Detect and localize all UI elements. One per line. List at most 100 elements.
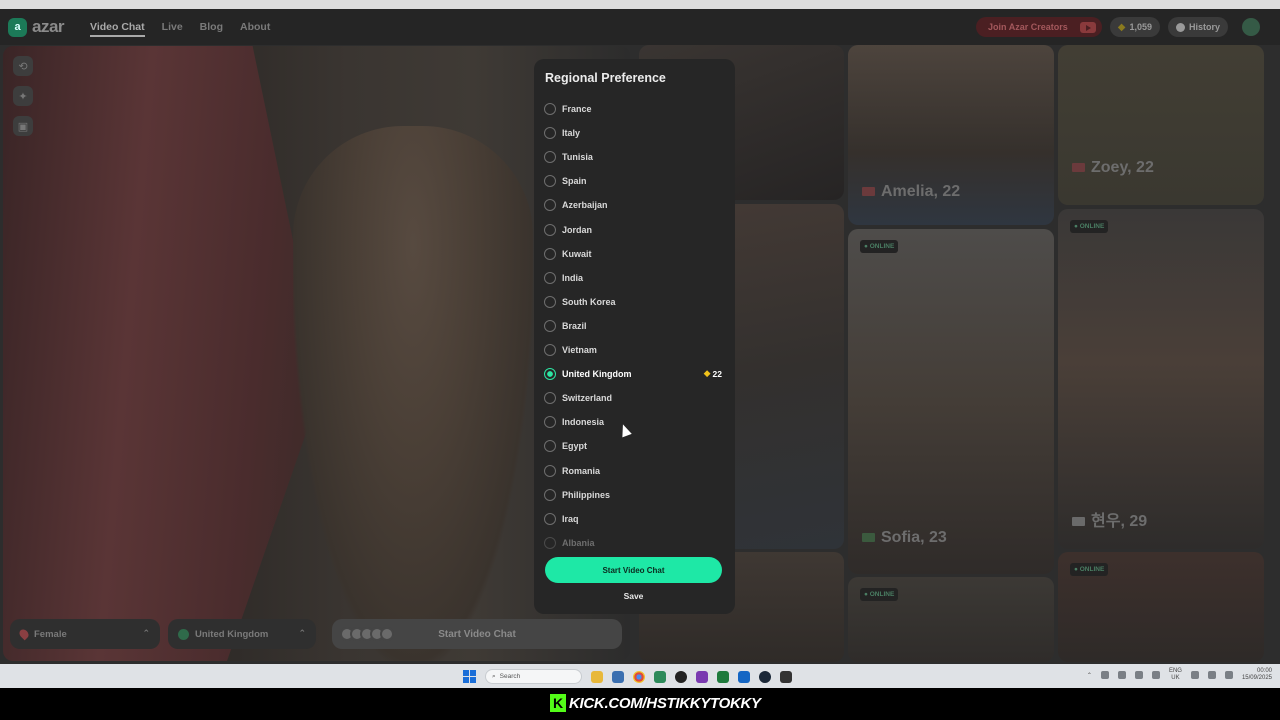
region-option[interactable]: Brazil	[544, 316, 724, 336]
app-icon[interactable]	[780, 670, 792, 683]
profile-tile[interactable]: ● ONLINE	[848, 577, 1054, 662]
radio-icon[interactable]	[544, 392, 556, 405]
chrome-icon[interactable]	[633, 670, 645, 683]
region-option[interactable]: Switzerland	[544, 388, 724, 408]
radio-icon[interactable]	[544, 247, 556, 260]
start-video-chat-bar[interactable]: Start Video Chat	[332, 619, 622, 649]
web-page: a azar Video Chat Live Blog About Join A…	[0, 9, 1280, 664]
radio-icon[interactable]	[544, 344, 556, 356]
radio-icon[interactable]	[544, 416, 556, 429]
browser-chrome	[0, 0, 1280, 9]
region-option[interactable]: Indonesia	[544, 412, 724, 432]
region-option[interactable]: Romania	[544, 461, 724, 481]
profile-avatar-icon[interactable]	[1242, 18, 1260, 36]
region-option[interactable]: Vietnam	[544, 340, 724, 360]
kick-logo-icon: K	[550, 694, 566, 712]
nav-live[interactable]: Live	[162, 21, 183, 37]
windows-start-icon[interactable]	[463, 670, 476, 683]
profile-tile[interactable]: ● ONLINE 현우, 29	[1058, 209, 1264, 549]
radio-icon[interactable]	[544, 319, 556, 332]
profile-tile[interactable]: Amelia, 22	[848, 45, 1054, 225]
lang-bottom: UK	[1171, 675, 1180, 681]
tray-icon[interactable]	[1117, 671, 1126, 679]
wifi-icon[interactable]	[1190, 671, 1199, 679]
main-nav: Video Chat Live Blog About	[90, 21, 270, 37]
filter-icon[interactable]: ▣	[13, 116, 33, 136]
steam-icon[interactable]	[759, 670, 771, 683]
region-label: Jordan	[562, 224, 593, 235]
radio-icon[interactable]	[544, 464, 556, 477]
region-option[interactable]: India	[544, 268, 724, 288]
radio-icon[interactable]	[544, 512, 556, 525]
radio-icon[interactable]	[544, 127, 556, 140]
gem-balance[interactable]: ◆ 1,059	[1109, 17, 1160, 37]
radio-icon[interactable]	[544, 271, 556, 284]
radio-icon[interactable]	[544, 223, 556, 236]
tray-icon[interactable]	[1134, 671, 1143, 679]
effects-icon[interactable]: ✦	[13, 86, 33, 106]
region-option[interactable]: Jordan	[544, 220, 724, 240]
language-indicator[interactable]: ENG UK	[1169, 668, 1182, 682]
radio-icon[interactable]	[544, 175, 556, 188]
file-explorer-icon[interactable]	[591, 670, 603, 683]
history-button[interactable]: History	[1167, 17, 1228, 37]
outlook-icon[interactable]	[738, 670, 750, 683]
region-option[interactable]: Egypt	[544, 436, 724, 456]
tile-name: 현우, 29	[1072, 507, 1147, 531]
profile-tile[interactable]: Zoey, 22	[1058, 45, 1264, 205]
radio-icon[interactable]	[544, 199, 556, 212]
site-header: a azar Video Chat Live Blog About Join A…	[0, 9, 1280, 45]
profile-tile[interactable]: ● ONLINE	[1058, 552, 1264, 662]
region-option[interactable]: South Korea	[544, 292, 724, 312]
radio-selected-icon[interactable]	[544, 368, 556, 381]
tile-name: Amelia, 22	[862, 183, 960, 201]
region-option[interactable]: United Kingdom ◆ 22	[544, 364, 724, 384]
clock[interactable]: 00:00 15/09/2025	[1242, 668, 1272, 682]
nav-about[interactable]: About	[240, 21, 270, 37]
excel-icon[interactable]	[717, 670, 729, 683]
gender-filter-select[interactable]: Female ⌃	[10, 619, 160, 649]
region-label: Tunisia	[562, 152, 593, 163]
radio-icon[interactable]	[544, 295, 556, 308]
tray-icon[interactable]	[1151, 671, 1160, 679]
join-creators-button[interactable]: Join Azar Creators	[976, 17, 1102, 37]
region-option[interactable]: Kuwait	[544, 244, 724, 264]
region-list[interactable]: France Italy Tunisia Spain Azerbaijan Jordan K…	[544, 99, 729, 549]
nav-video-chat[interactable]: Video Chat	[90, 21, 145, 37]
start-video-chat-button[interactable]: Start Video Chat	[545, 557, 722, 583]
region-option[interactable]: Philippines	[544, 485, 724, 505]
region-option[interactable]: Italy	[544, 123, 724, 143]
battery-icon[interactable]	[1224, 671, 1233, 679]
chevron-up-icon[interactable]: ⌃	[1087, 672, 1092, 679]
region-cost: ◆ 22	[704, 368, 722, 379]
radio-icon[interactable]	[544, 536, 556, 549]
volume-icon[interactable]	[1207, 671, 1216, 679]
region-option[interactable]: Tunisia	[544, 147, 724, 167]
radio-icon[interactable]	[544, 151, 556, 164]
region-option[interactable]: Iraq	[544, 509, 724, 529]
radio-icon[interactable]	[544, 103, 556, 115]
region-label: Indonesia	[562, 417, 605, 428]
azar-logo[interactable]: a azar	[8, 17, 65, 37]
region-label: India	[562, 272, 584, 283]
region-filter-select[interactable]: United Kingdom ⌃	[168, 619, 316, 649]
online-badge: ● ONLINE	[1070, 220, 1109, 233]
region-option[interactable]: Albania	[544, 533, 724, 549]
tray-icon[interactable]	[1100, 671, 1109, 679]
camera-switch-icon[interactable]: ⟲	[13, 56, 33, 76]
obs-icon[interactable]	[675, 670, 687, 683]
taskbar-search[interactable]: ⌕ Search	[485, 669, 582, 684]
region-label: Iraq	[562, 513, 579, 524]
save-button[interactable]: Save	[545, 591, 722, 605]
app-icon[interactable]	[654, 670, 666, 683]
nav-blog[interactable]: Blog	[200, 21, 223, 37]
region-option[interactable]: Spain	[544, 171, 724, 191]
flag-icon	[1072, 163, 1085, 172]
store-icon[interactable]	[612, 670, 624, 683]
profile-tile[interactable]: ● ONLINE Sofia, 23	[848, 229, 1054, 574]
region-option[interactable]: France	[544, 99, 724, 119]
radio-icon[interactable]	[544, 440, 556, 453]
radio-icon[interactable]	[544, 488, 556, 501]
region-option[interactable]: Azerbaijan	[544, 195, 724, 215]
app-icon[interactable]	[696, 670, 708, 683]
